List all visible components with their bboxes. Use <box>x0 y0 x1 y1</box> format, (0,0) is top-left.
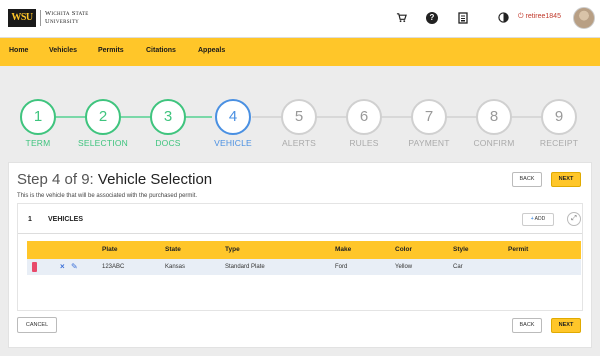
step-7-label: PAYMENT <box>408 138 450 148</box>
add-button-label: ADD <box>534 216 546 222</box>
wsu-logo[interactable]: WSU <box>8 9 36 27</box>
step-9-circle: 9 <box>541 99 577 135</box>
power-icon: ⏻ <box>518 13 524 20</box>
column-header-plate: Plate <box>102 246 118 253</box>
step-5-label: ALERTS <box>281 138 317 148</box>
nav-item-permits[interactable]: Permits <box>98 47 124 54</box>
nav-item-vehicles[interactable]: Vehicles <box>49 47 77 54</box>
cart-icon[interactable] <box>395 12 407 24</box>
step-3-label: DOCS <box>155 138 181 148</box>
column-header-state: State <box>165 246 181 253</box>
step-7-circle: 7 <box>411 99 447 135</box>
help-icon[interactable]: ? <box>426 12 438 24</box>
table-header: Plate State Type Make Color Style Permit <box>27 241 581 259</box>
university-name-line2: University <box>45 18 80 25</box>
cancel-button[interactable]: CANCEL <box>17 317 57 333</box>
contrast-icon[interactable] <box>497 12 509 24</box>
stepper-line-complete <box>56 116 212 118</box>
add-vehicle-button[interactable]: +ADD <box>522 213 554 226</box>
step-2-circle[interactable]: 2 <box>85 99 121 135</box>
nav-item-home[interactable]: Home <box>9 47 28 54</box>
avatar[interactable] <box>573 7 595 29</box>
next-button-bottom[interactable]: NEXT <box>551 318 581 333</box>
step-2-label: SELECTION <box>78 138 128 148</box>
step-1-circle[interactable]: 1 <box>20 99 56 135</box>
nav-item-appeals[interactable]: Appeals <box>198 47 225 54</box>
cell-plate: 123ABC <box>102 264 125 270</box>
user-name: retiree1845 <box>525 13 561 20</box>
step-8-label: CONFIRM <box>473 138 515 148</box>
step-9-label: RECEIPT <box>539 138 579 148</box>
step-6-circle: 6 <box>346 99 382 135</box>
user-menu[interactable]: ⏻ retiree1845 <box>518 13 561 21</box>
back-button-top[interactable]: BACK <box>512 172 542 187</box>
step-4-label: VEHICLE <box>214 138 252 148</box>
university-name-line1: Wichita State <box>45 10 89 17</box>
next-button-top[interactable]: NEXT <box>551 172 581 187</box>
page-description: This is the vehicle that will be associa… <box>17 193 198 199</box>
remove-icon[interactable]: × <box>60 262 65 272</box>
column-header-permit: Permit <box>508 246 529 253</box>
edit-icon[interactable]: ✎ <box>71 262 78 272</box>
cell-color: Yellow <box>395 264 413 270</box>
column-header-make: Make <box>335 246 352 253</box>
cell-make: Ford <box>335 264 348 270</box>
column-header-color: Color <box>395 246 412 253</box>
page-title-main: Vehicle Selection <box>97 171 213 188</box>
nav-item-citations[interactable]: Citations <box>146 47 176 54</box>
step-6-label: RULES <box>349 138 379 148</box>
step-5-circle: 5 <box>281 99 317 135</box>
university-name: Wichita State University <box>40 10 89 26</box>
vehicle-selection-card: Step 4 of 9: Vehicle Selection This is t… <box>8 162 592 348</box>
page-title-prefix: Step 4 of 9: <box>17 171 98 188</box>
back-button-bottom[interactable]: BACK <box>512 318 542 333</box>
expand-icon[interactable]: ⤢ <box>567 212 581 226</box>
progress-stepper: 1 2 3 4 5 6 7 8 9 TERM SELECTION DOCS VE… <box>0 66 600 158</box>
column-header-type: Type <box>225 246 240 253</box>
section-number: 1 <box>28 216 32 223</box>
step-8-circle: 8 <box>476 99 512 135</box>
main-nav: Home Vehicles Permits Citations Appeals <box>0 38 600 66</box>
plus-icon: + <box>530 216 534 222</box>
cell-style: Car <box>453 264 463 270</box>
table-row[interactable]: × ✎ 123ABC Kansas Standard Plate Ford Ye… <box>27 259 581 275</box>
section-title: VEHICLES <box>48 216 84 223</box>
vehicles-section-header: 1 VEHICLES +ADD ⤢ <box>18 204 582 234</box>
step-4-circle[interactable]: 4 <box>215 99 251 135</box>
row-status-marker <box>32 262 37 272</box>
receipt-icon[interactable] <box>457 12 469 24</box>
site-header: WSU Wichita State University ? ⏻ retiree1… <box>0 0 600 38</box>
step-1-label: TERM <box>25 138 51 148</box>
cell-state: Kansas <box>165 264 186 270</box>
page-title: Step 4 of 9: Vehicle Selection <box>17 171 212 188</box>
cell-type: Standard Plate <box>225 264 265 270</box>
step-3-circle[interactable]: 3 <box>150 99 186 135</box>
column-header-style: Style <box>453 246 469 253</box>
